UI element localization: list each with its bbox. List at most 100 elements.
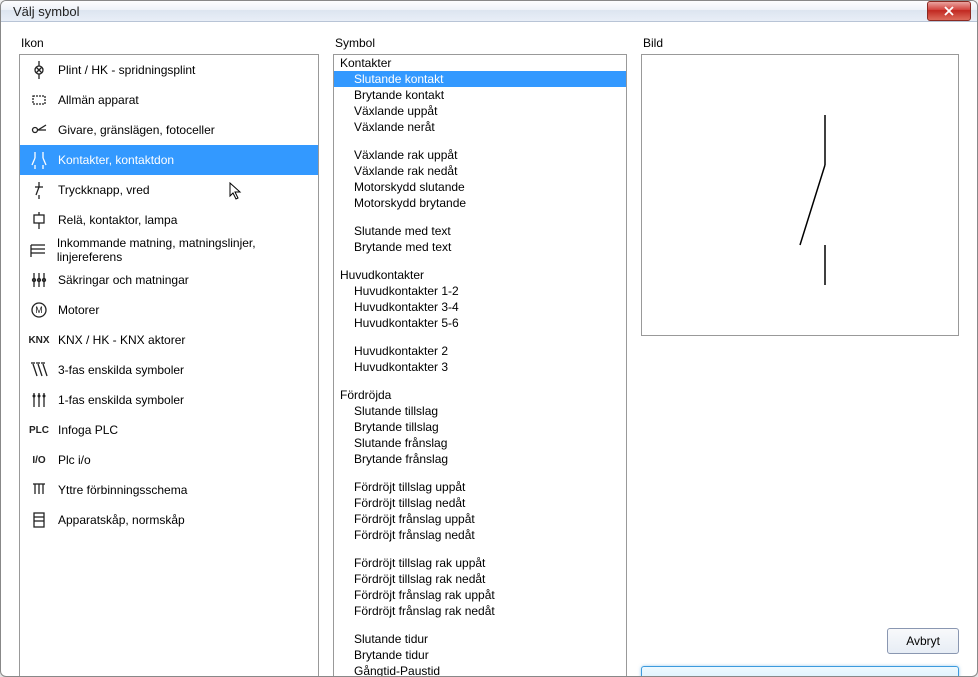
icon-category-item[interactable]: Givare, gränslägen, fotoceller [20,115,318,145]
fas3-icon [28,359,50,381]
window-title: Välj symbol [13,4,927,19]
apparat-icon [28,89,50,111]
symbol-item[interactable]: Motorskydd slutande [334,179,626,195]
symbol-item[interactable]: Brytande med text [334,239,626,255]
symbol-column: Symbol KontakterSlutande kontaktBrytande… [333,36,627,677]
symbol-preview [641,54,959,336]
icon-item-label: Säkringar och matningar [58,273,189,287]
icon-category-item[interactable]: Säkringar och matningar [20,265,318,295]
icon-category-item[interactable]: Yttre förbinningsschema [20,475,318,505]
svg-text:M: M [35,305,43,315]
icon-category-item[interactable]: Tryckknapp, vred [20,175,318,205]
contact-symbol-icon [642,55,958,335]
symbol-item[interactable]: Brytande tillslag [334,419,626,435]
symbol-item[interactable]: Växlande rak nedåt [334,163,626,179]
icon-item-label: KNX / HK - KNX aktorer [58,333,185,347]
symbol-group-header: Kontakter [334,55,626,71]
fas1-icon [28,389,50,411]
symbol-item[interactable]: Huvudkontakter 2 [334,343,626,359]
symbol-item[interactable]: Gångtid-Paustid [334,663,626,677]
insert-symbol-button[interactable]: Sätt in symbolen [641,666,959,677]
symbol-item[interactable]: Fördröjt frånslag rak nedåt [334,603,626,619]
symbol-item[interactable]: Slutande tillslag [334,403,626,419]
icon-item-label: 1-fas enskilda symboler [58,393,184,407]
symbol-item[interactable]: Huvudkontakter 3 [334,359,626,375]
symbol-item[interactable]: Brytande frånslag [334,451,626,467]
symbol-item[interactable]: Fördröjt tillslag nedåt [334,495,626,511]
content-area: Ikon Plint / HK - spridningsplint Allmän … [1,22,977,677]
tryck-icon [28,179,50,201]
icon-item-label: Tryckknapp, vred [58,183,150,197]
symbol-item[interactable]: Fördröjt frånslag rak uppåt [334,587,626,603]
symbol-item[interactable]: Fördröjt tillslag uppåt [334,479,626,495]
icon-category-item[interactable]: 3-fas enskilda symboler [20,355,318,385]
icon-listbox[interactable]: Plint / HK - spridningsplint Allmän appar… [19,54,319,677]
icon-category-item[interactable]: M Motorer [20,295,318,325]
icon-item-label: Relä, kontaktor, lampa [58,213,177,227]
icon-column: Ikon Plint / HK - spridningsplint Allmän … [19,36,319,677]
symbol-group-header: Fördröjda [334,387,626,403]
givare-icon [28,119,50,141]
kontakter-icon [28,149,50,171]
symbol-item[interactable]: Huvudkontakter 1-2 [334,283,626,299]
icon-item-label: Infoga PLC [58,423,118,437]
symbol-item[interactable]: Växlande neråt [334,119,626,135]
rela-icon [28,209,50,231]
sakring-icon [28,269,50,291]
icon-item-label: Plint / HK - spridningsplint [58,63,195,77]
symbol-item[interactable]: Slutande frånslag [334,435,626,451]
symbol-listbox[interactable]: KontakterSlutande kontaktBrytande kontak… [333,54,627,677]
icon-category-item[interactable]: Relä, kontaktor, lampa [20,205,318,235]
icon-item-label: Inkommande matning, matningslinjer, linj… [57,236,310,264]
symbol-item[interactable]: Fördröjt frånslag nedåt [334,527,626,543]
icon-item-label: Givare, gränslägen, fotoceller [58,123,215,137]
icon-item-label: Yttre förbinningsschema [58,483,187,497]
icon-category-item[interactable]: Inkommande matning, matningslinjer, linj… [20,235,318,265]
symbol-item[interactable]: Växlande rak uppåt [334,147,626,163]
plint-icon [28,59,50,81]
icon-category-item[interactable]: 1-fas enskilda symboler [20,385,318,415]
symbol-item[interactable]: Brytande kontakt [334,87,626,103]
icon-item-label: Allmän apparat [58,93,139,107]
icon-column-header: Ikon [19,36,319,50]
icon-item-label: Kontakter, kontaktdon [58,153,174,167]
plc-icon: PLC [28,419,50,441]
close-icon [943,6,955,16]
icon-category-item[interactable]: Allmän apparat [20,85,318,115]
symbol-item[interactable]: Slutande tidur [334,631,626,647]
matning-icon [28,239,49,261]
icon-item-label: Plc i/o [58,453,91,467]
icon-item-label: Apparatskåp, normskåp [58,513,185,527]
icon-category-item[interactable]: Plint / HK - spridningsplint [20,55,318,85]
icon-category-item[interactable]: PLC Infoga PLC [20,415,318,445]
close-button[interactable] [927,1,971,21]
image-column: Bild Avbryt Sätt in symbolen [641,36,959,677]
symbol-item[interactable]: Slutande kontakt [334,71,626,87]
symbol-item[interactable]: Motorskydd brytande [334,195,626,211]
icon-category-item[interactable]: I/O Plc i/o [20,445,318,475]
symbol-item[interactable]: Växlande uppåt [334,103,626,119]
icon-item-label: Motorer [58,303,99,317]
symbol-item[interactable]: Huvudkontakter 3-4 [334,299,626,315]
dialog-window: Välj symbol Ikon Plint / HK - spridnings… [0,0,978,677]
icon-category-item[interactable]: Apparatskåp, normskåp [20,505,318,535]
motor-icon: M [28,299,50,321]
knx-icon: KNX [28,329,50,351]
titlebar: Välj symbol [1,1,977,22]
symbol-item[interactable]: Huvudkontakter 5-6 [334,315,626,331]
symbol-item[interactable]: Fördröjt frånslag uppåt [334,511,626,527]
yttre-icon [28,479,50,501]
symbol-column-header: Symbol [333,36,627,50]
icon-category-item[interactable]: Kontakter, kontaktdon [20,145,318,175]
icon-item-label: 3-fas enskilda symboler [58,363,184,377]
symbol-group-header: Huvudkontakter [334,267,626,283]
cancel-button[interactable]: Avbryt [887,628,959,654]
skap-icon [28,509,50,531]
icon-category-item[interactable]: KNX KNX / HK - KNX aktorer [20,325,318,355]
symbol-item[interactable]: Fördröjt tillslag rak nedåt [334,571,626,587]
symbol-item[interactable]: Slutande med text [334,223,626,239]
symbol-item[interactable]: Fördröjt tillslag rak uppåt [334,555,626,571]
image-column-header: Bild [641,36,959,50]
io-icon: I/O [28,449,50,471]
symbol-item[interactable]: Brytande tidur [334,647,626,663]
